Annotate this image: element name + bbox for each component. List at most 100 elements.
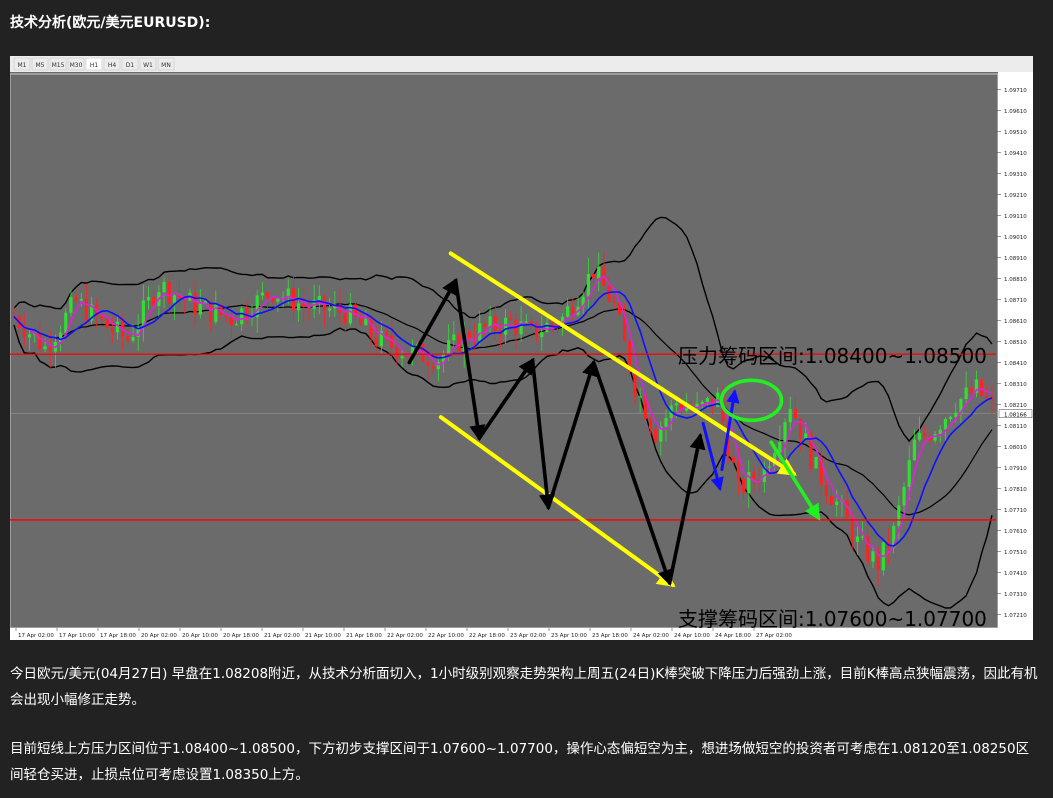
x-tick-label: 20 Apr 10:00	[182, 633, 218, 639]
tab-label: M30	[70, 62, 83, 69]
y-tick-label: 1.08510	[1004, 340, 1027, 346]
timeframe-tabs: M1 M5 M15 M30 H1 H4 D1 W1 MN	[13, 57, 175, 71]
bull-candle	[902, 486, 906, 506]
bull-candle	[545, 322, 549, 333]
y-tick-label: 1.09510	[1004, 130, 1027, 136]
bear-candle	[384, 331, 389, 336]
y-tick-label: 1.07810	[1004, 487, 1027, 493]
x-tick-label: 22 Apr 18:00	[469, 633, 505, 639]
x-tick-label: 20 Apr 18:00	[223, 633, 259, 639]
bear-candle	[633, 372, 637, 397]
x-tick-label: 24 Apr 18:00	[715, 633, 751, 639]
bull-candle	[871, 551, 875, 562]
tab-label: M15	[52, 62, 65, 69]
bull-candle	[297, 303, 301, 311]
bull-candle	[907, 460, 911, 487]
bear-candle	[571, 306, 575, 315]
bear-candle	[245, 308, 249, 319]
bull-candle	[27, 334, 32, 338]
bull-candle	[447, 340, 451, 355]
y-tick-label: 1.08310	[1004, 382, 1027, 388]
y-tick-label: 1.09110	[1004, 214, 1027, 220]
bear-candle	[529, 321, 534, 324]
bear-candle	[969, 387, 973, 393]
bear-candle	[167, 281, 171, 304]
bull-candle	[700, 401, 704, 404]
bear-candle	[467, 331, 471, 339]
bull-candle	[855, 536, 860, 542]
bull-candle	[69, 297, 73, 313]
bear-candle	[742, 478, 746, 494]
x-tick-label: 23 Apr 10:00	[551, 633, 587, 639]
y-tick-label: 1.07310	[1004, 592, 1027, 598]
bull-candle	[943, 419, 948, 430]
bear-candle	[923, 432, 927, 437]
tab-label: D1	[126, 62, 135, 69]
bull-candle	[478, 323, 482, 341]
x-tick-label: 21 Apr 02:00	[264, 633, 300, 639]
bear-candle	[550, 322, 554, 325]
x-tick-label: 23 Apr 18:00	[592, 633, 628, 639]
bear-candle	[483, 323, 487, 328]
bull-candle	[172, 295, 177, 304]
bull-candle	[79, 299, 83, 301]
bull-candle	[198, 303, 202, 315]
tab-label: H4	[108, 62, 117, 69]
bear-candle	[229, 316, 233, 326]
bear-candle	[193, 292, 197, 315]
bull-candle	[566, 306, 570, 317]
tab-label: H1	[90, 62, 99, 69]
bull-candle	[328, 308, 332, 311]
y-tick-label: 1.08210	[1004, 403, 1027, 409]
bull-candle	[503, 317, 508, 335]
bear-candle	[985, 395, 989, 398]
bull-candle	[897, 505, 901, 526]
bull-candle	[835, 501, 839, 506]
bull-candle	[917, 432, 922, 440]
support-zone-label: 支撑筹码区间:1.07600~1.07700	[678, 607, 987, 631]
y-tick-label: 1.07610	[1004, 529, 1027, 535]
resistance-zone-label: 压力筹码区间:1.08400~1.08500	[678, 344, 987, 368]
y-tick-label: 1.09010	[1004, 235, 1027, 241]
x-tick-label: 22 Apr 10:00	[428, 633, 464, 639]
page-heading: 技术分析(欧元/美元EURUSD):	[10, 15, 211, 31]
bear-candle	[648, 419, 653, 430]
x-tick-label: 17 Apr 02:00	[18, 633, 54, 639]
bull-candle	[933, 434, 937, 441]
current-price-label: 1.08166	[1004, 412, 1027, 418]
bull-candle	[814, 457, 818, 469]
bear-candle	[105, 318, 109, 329]
y-tick-label: 1.07710	[1004, 508, 1027, 514]
bull-candle	[240, 308, 244, 325]
bull-candle	[804, 433, 808, 439]
bear-candle	[509, 317, 513, 320]
bear-candle	[731, 456, 735, 463]
bull-candle	[664, 418, 668, 427]
bear-candle	[431, 365, 435, 370]
y-tick-label: 1.07510	[1004, 550, 1027, 556]
bear-candle	[980, 379, 984, 396]
bull-candle	[524, 321, 528, 323]
bear-candle	[395, 347, 399, 359]
tab-label: M5	[36, 62, 45, 69]
bear-candle	[405, 356, 409, 358]
analysis-paragraph-1: 今日欧元/美元(04月27日) 早盘在1.08208附近，从技术分析面切入，1小…	[10, 666, 1038, 708]
bull-candle	[400, 356, 404, 359]
y-tick-label: 1.07210	[1004, 613, 1027, 619]
bull-candle	[452, 334, 456, 341]
y-tick-label: 1.09410	[1004, 151, 1027, 157]
x-tick-label: 27 Apr 02:00	[756, 633, 792, 639]
x-tick-label: 24 Apr 10:00	[674, 633, 710, 639]
bull-candle	[131, 336, 135, 341]
bear-candle	[824, 484, 829, 496]
bear-candle	[612, 301, 616, 303]
price-chart: M1 M5 M15 M30 H1 H4 D1 W1 MN 1.09710 1.09610 1.095…	[10, 56, 1033, 640]
x-tick-label: 21 Apr 18:00	[346, 633, 382, 639]
bull-candle	[364, 318, 368, 326]
chart-svg: M1 M5 M15 M30 H1 H4 D1 W1 MN 1.09710 1.09610 1.095…	[10, 56, 1033, 640]
tab-label: M1	[18, 62, 27, 69]
y-tick-label: 1.09310	[1004, 172, 1027, 178]
bear-candle	[752, 471, 756, 481]
y-tick-label: 1.08110	[1004, 424, 1027, 430]
tab-label: W1	[143, 62, 153, 69]
